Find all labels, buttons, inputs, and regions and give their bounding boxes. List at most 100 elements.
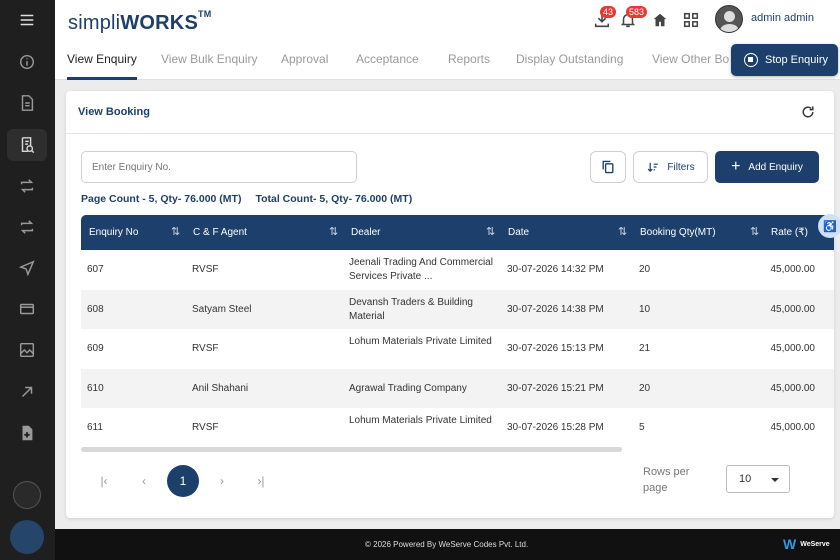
table-row[interactable]: 611 RVSF Lohum Materials Private Limited…: [81, 408, 834, 448]
chat-bubble[interactable]: [10, 520, 44, 554]
cell-date: 30-07-2026 14:38 PM: [507, 303, 604, 315]
last-page-button[interactable]: ›|: [245, 465, 277, 497]
sort-icon[interactable]: ⇅: [486, 225, 495, 238]
table-row[interactable]: 610 Anil Shahani Agrawal Trading Company…: [81, 368, 834, 408]
tab-approval[interactable]: Approval: [281, 52, 328, 66]
table-header: Enquiry No ⇅ C & F Agent ⇅ Dealer ⇅ Date…: [81, 215, 834, 250]
cell-date: 30-07-2026 15:21 PM: [507, 382, 604, 394]
next-page-button[interactable]: ›: [206, 465, 238, 497]
home-icon[interactable]: [649, 9, 671, 31]
refresh-icon[interactable]: [800, 104, 816, 120]
tab-acceptance[interactable]: Acceptance: [356, 52, 419, 66]
notification-badge: 583: [626, 6, 648, 18]
card-divider: [66, 133, 834, 134]
cell-rate: 45,000.00: [770, 382, 816, 394]
cell-date: 30-07-2026 15:13 PM: [507, 343, 604, 354]
arrow-up-right-icon[interactable]: [17, 382, 37, 402]
cell-enquiry-no: 607: [87, 264, 104, 275]
cell-agent: RVSF: [192, 422, 219, 433]
bell-icon[interactable]: 583: [617, 6, 648, 31]
filters-button[interactable]: Filters: [633, 151, 708, 183]
add-enquiry-button[interactable]: + Add Enquiry: [715, 151, 819, 183]
prev-page-button[interactable]: ‹: [128, 465, 160, 497]
file-add-icon[interactable]: [17, 423, 37, 443]
card-title: View Booking: [78, 106, 150, 118]
page-button-current[interactable]: 1: [167, 465, 199, 497]
info-icon[interactable]: [17, 52, 37, 72]
accessibility-icon[interactable]: ♿: [818, 214, 840, 238]
repeat-icon[interactable]: [17, 176, 37, 196]
cell-qty: 21: [639, 343, 651, 354]
col-enquiry-no[interactable]: Enquiry No: [89, 227, 138, 238]
col-dealer[interactable]: Dealer: [351, 227, 380, 238]
tab-reports[interactable]: Reports: [448, 52, 490, 66]
apps-grid-icon[interactable]: [680, 9, 702, 31]
stop-enquiry-button[interactable]: Stop Enquiry: [731, 44, 838, 76]
sync-icon[interactable]: [17, 217, 37, 237]
cell-agent: Anil Shahani: [192, 382, 249, 394]
cell-rate: 45,000.00: [770, 343, 816, 354]
app-logo: simpliWORKSTM: [68, 9, 212, 34]
document-icon[interactable]: [17, 93, 37, 113]
search-document-icon[interactable]: [7, 129, 47, 161]
sort-icon[interactable]: ⇅: [750, 225, 759, 238]
cell-qty: 10: [639, 303, 651, 315]
cell-date: 30-07-2026 14:32 PM: [507, 264, 604, 275]
table-row[interactable]: 607 RVSF Jeenali Trading And Commercial …: [81, 250, 834, 290]
sidebar-avatar[interactable]: [13, 481, 41, 509]
table-row[interactable]: 608 Satyam Steel Devansh Traders & Build…: [81, 289, 834, 329]
copy-icon: [602, 160, 614, 174]
download-icon[interactable]: 43: [591, 6, 617, 31]
count-summary: Page Count - 5, Qty- 76.000 (MT) Total Co…: [81, 193, 412, 205]
send-icon[interactable]: [17, 258, 37, 278]
total-count: Total Count- 5, Qty- 76.000 (MT): [255, 193, 413, 205]
tab-display-outstanding[interactable]: Display Outstanding: [516, 52, 623, 66]
cell-enquiry-no: 611: [87, 422, 103, 433]
col-rate[interactable]: Rate (₹): [771, 227, 808, 238]
cell-rate: 45,000.00: [770, 264, 816, 275]
tab-view-enquiry[interactable]: View Enquiry: [67, 52, 137, 66]
col-booking-qty[interactable]: Booking Qty(MT): [640, 227, 716, 238]
cell-qty: 20: [639, 382, 651, 394]
footer-copyright: © 2026 Powered By WeServe Codes Pvt. Ltd…: [365, 540, 529, 549]
user-avatar[interactable]: [715, 5, 743, 33]
cell-dealer: Jeenali Trading And Commercial Services …: [349, 257, 493, 282]
top-header: simpliWORKSTM 43 583 admin admin: [55, 0, 840, 40]
tab-bar: View Enquiry View Bulk Enquiry Approval …: [55, 40, 840, 80]
footer-logo: W WeServe: [783, 536, 830, 552]
sort-icon[interactable]: ⇅: [618, 225, 627, 238]
sort-icon[interactable]: ⇅: [329, 225, 338, 238]
table-row[interactable]: 609 RVSF Lohum Materials Private Limited…: [81, 329, 834, 369]
rows-per-page-label: Rows per page: [643, 466, 690, 494]
cell-agent: RVSF: [192, 264, 219, 275]
card-icon[interactable]: [17, 299, 37, 319]
cell-qty: 20: [639, 264, 651, 275]
cell-rate: 45,000.00: [770, 303, 816, 315]
active-tab-indicator: [67, 77, 137, 80]
cell-dealer: Lohum Materials Private Limited: [349, 415, 492, 426]
cell-enquiry-no: 609: [87, 343, 104, 354]
cell-agent: RVSF: [192, 343, 219, 354]
horizontal-scrollbar[interactable]: [81, 447, 622, 452]
first-page-button[interactable]: |‹: [88, 465, 120, 497]
download-badge: 43: [600, 6, 617, 18]
cell-qty: 5: [639, 422, 645, 433]
user-name[interactable]: admin admin: [751, 12, 814, 24]
cell-rate: 45,000.00: [770, 422, 816, 433]
menu-icon[interactable]: [17, 10, 37, 30]
enquiry-search-input[interactable]: [81, 151, 357, 183]
copy-button[interactable]: [590, 151, 626, 183]
col-date[interactable]: Date: [508, 227, 529, 238]
filters-label: Filters: [667, 161, 695, 173]
sidebar: [0, 0, 55, 560]
footer-logo-text: WeServe: [800, 540, 830, 548]
image-icon[interactable]: [17, 340, 37, 360]
rows-per-page-select[interactable]: 10: [726, 465, 790, 493]
filter-icon: [648, 162, 659, 173]
col-cf-agent[interactable]: C & F Agent: [193, 227, 247, 238]
tab-view-bulk-enquiry[interactable]: View Bulk Enquiry: [161, 52, 258, 66]
cell-agent: Satyam Steel: [192, 303, 252, 315]
tab-view-other-booking[interactable]: View Other Bo: [652, 52, 729, 66]
stop-icon: [744, 53, 758, 67]
sort-icon[interactable]: ⇅: [171, 225, 180, 238]
